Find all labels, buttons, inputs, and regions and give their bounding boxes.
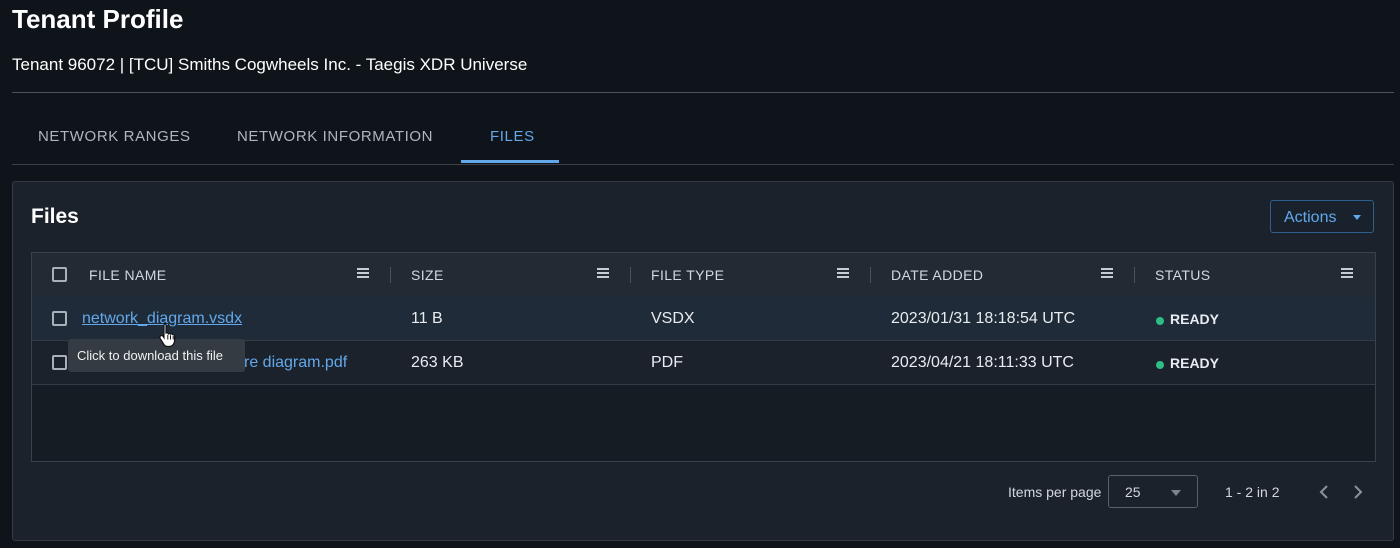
tab-network-information[interactable]: NETWORK INFORMATION bbox=[237, 128, 433, 145]
tab-bar: NETWORK RANGES NETWORK INFORMATION FILES bbox=[12, 112, 1394, 165]
column-header-file-name[interactable]: FILE NAME bbox=[89, 267, 167, 283]
date-added: 2023/04/21 18:11:33 UTC bbox=[891, 354, 1074, 371]
download-tooltip: Click to download this file bbox=[68, 339, 245, 372]
chevron-left-icon[interactable] bbox=[1316, 483, 1332, 501]
actions-button-label: Actions bbox=[1284, 209, 1337, 226]
pagination-range: 1 - 2 in 2 bbox=[1225, 484, 1280, 500]
date-added: 2023/01/31 18:18:54 UTC bbox=[891, 310, 1076, 327]
column-header-status[interactable]: STATUS bbox=[1155, 267, 1211, 283]
column-menu-icon[interactable] bbox=[357, 268, 369, 278]
column-header-size[interactable]: SIZE bbox=[411, 267, 444, 283]
page-title: Tenant Profile bbox=[12, 4, 184, 34]
column-menu-icon[interactable] bbox=[597, 268, 609, 278]
file-size: 263 KB bbox=[411, 354, 464, 371]
file-name-link[interactable]: re diagram.pdf bbox=[244, 354, 347, 372]
caret-down-icon bbox=[1171, 490, 1181, 496]
tab-network-ranges[interactable]: NETWORK RANGES bbox=[38, 128, 191, 145]
tenant-subtitle: Tenant 96072 | [TCU] Smiths Cogwheels In… bbox=[12, 55, 528, 74]
file-size: 11 B bbox=[411, 310, 443, 327]
column-menu-icon[interactable] bbox=[1341, 268, 1353, 278]
hand-cursor-icon bbox=[159, 322, 176, 348]
tooltip-text: Click to download this file bbox=[77, 348, 223, 363]
divider bbox=[12, 92, 1394, 93]
status-ready-icon bbox=[1156, 361, 1164, 369]
column-separator[interactable] bbox=[630, 267, 631, 283]
files-card-title: Files bbox=[31, 205, 79, 228]
table-row[interactable]: network_diagram.vsdx 11 B VSDX 2023/01/3… bbox=[32, 297, 1375, 341]
status-ready-icon bbox=[1156, 317, 1164, 325]
column-header-date-added[interactable]: DATE ADDED bbox=[891, 267, 983, 283]
column-separator[interactable] bbox=[1134, 267, 1135, 283]
column-separator[interactable] bbox=[390, 267, 391, 283]
items-per-page-value: 25 bbox=[1125, 484, 1141, 500]
file-type: VSDX bbox=[651, 310, 695, 327]
table-header: FILE NAME SIZE FILE TYPE DATE ADDED STAT… bbox=[32, 253, 1375, 298]
status-text: READY bbox=[1170, 311, 1220, 327]
caret-down-icon bbox=[1353, 215, 1361, 220]
select-all-checkbox[interactable] bbox=[52, 267, 67, 282]
actions-button[interactable]: Actions bbox=[1270, 200, 1374, 233]
column-menu-icon[interactable] bbox=[1101, 268, 1113, 278]
file-type: PDF bbox=[651, 354, 683, 371]
items-per-page-select[interactable]: 25 bbox=[1108, 475, 1198, 508]
row-checkbox[interactable] bbox=[52, 355, 67, 370]
status-text: READY bbox=[1170, 355, 1220, 371]
column-header-file-type[interactable]: FILE TYPE bbox=[651, 267, 724, 283]
items-per-page-label: Items per page bbox=[1008, 484, 1102, 500]
column-separator[interactable] bbox=[870, 267, 871, 283]
row-checkbox[interactable] bbox=[52, 311, 67, 326]
column-menu-icon[interactable] bbox=[837, 268, 849, 278]
chevron-right-icon[interactable] bbox=[1350, 483, 1366, 501]
tab-files[interactable]: FILES bbox=[490, 128, 535, 145]
active-tab-indicator bbox=[461, 160, 559, 163]
